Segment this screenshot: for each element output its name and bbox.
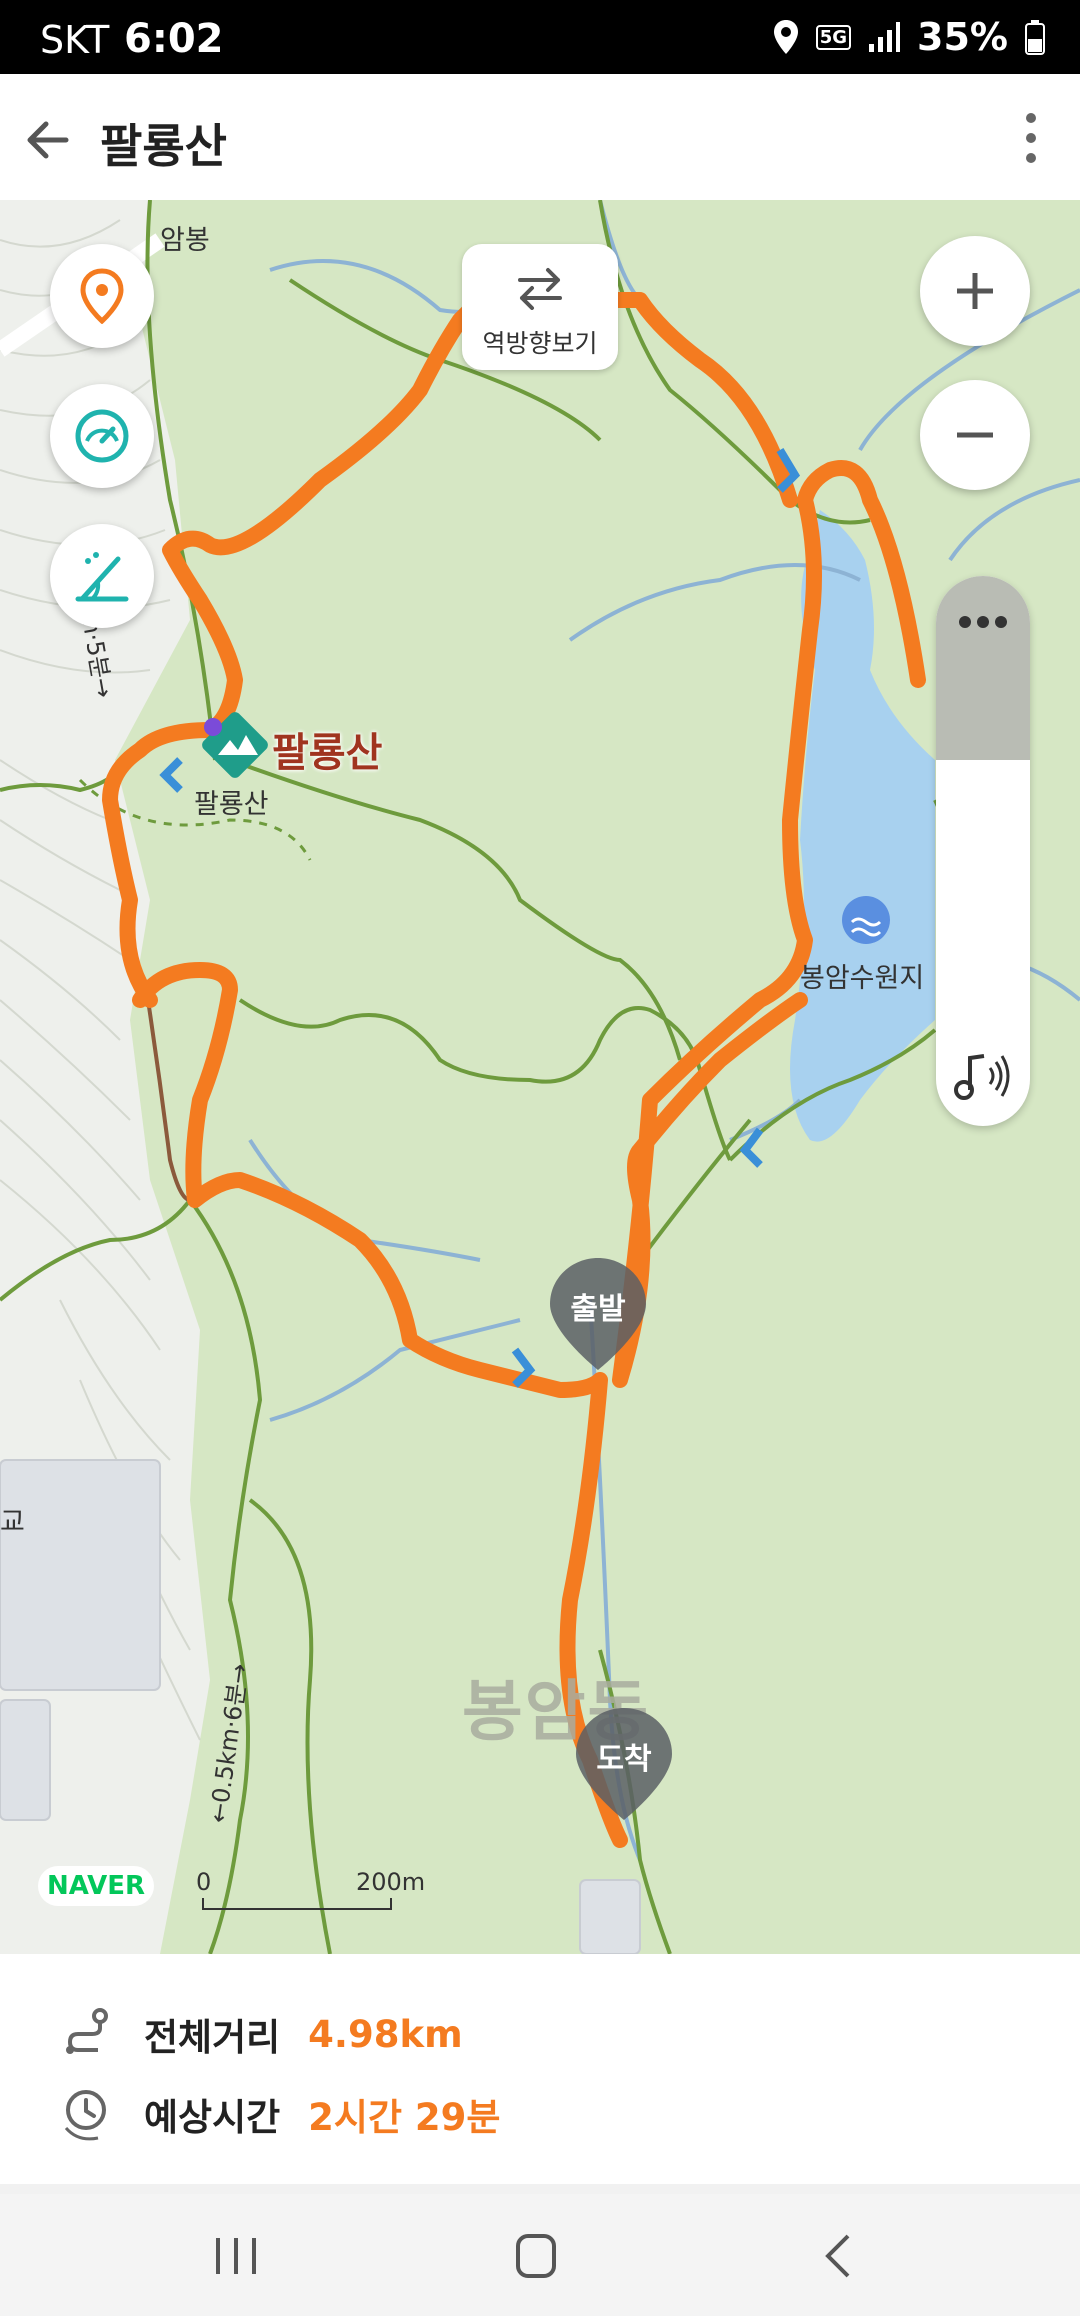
scale-zero: 0	[196, 1868, 212, 1896]
carrier-label: SKT	[40, 18, 110, 62]
swap-arrows-icon	[518, 268, 562, 310]
route-summary: 전체거리 4.98km 예상시간 2시간 29분	[0, 1954, 1080, 2184]
reverse-direction-button[interactable]: 역방향보기	[462, 244, 618, 370]
distance-row: 전체거리 4.98km	[58, 2004, 463, 2064]
speedometer-button[interactable]	[50, 384, 154, 488]
end-label: 도착	[596, 1742, 652, 1777]
minus-icon	[957, 432, 993, 438]
zoom-in-button[interactable]	[920, 236, 1030, 346]
distance-label: 전체거리	[144, 2016, 281, 2059]
back-arrow-icon[interactable]	[18, 110, 78, 170]
more-tools-button[interactable]	[936, 576, 1030, 760]
divider	[0, 2184, 1080, 2194]
location-button[interactable]	[50, 244, 154, 348]
battery-icon	[1025, 20, 1045, 55]
zoom-out-button[interactable]	[920, 380, 1030, 490]
time-value: 2시간 29분	[308, 2096, 501, 2139]
scale-bar	[202, 1898, 392, 1910]
status-icons: 5G 35%	[772, 14, 1046, 60]
end-marker[interactable]: 도착	[572, 1704, 676, 1824]
home-icon[interactable]	[496, 2226, 576, 2286]
elevation-button[interactable]	[50, 524, 154, 628]
recent-apps-icon[interactable]	[196, 2226, 276, 2286]
route-direction-markers	[159, 447, 801, 1388]
map-scale: 0 200m	[196, 1868, 436, 1912]
distance-value: 4.98km	[308, 2012, 463, 2056]
summit-small-label: 팔룡산	[194, 789, 269, 820]
plus-icon	[957, 273, 993, 309]
clock: 6:02	[124, 16, 224, 62]
page-title: 팔룡산	[100, 119, 227, 173]
naver-logo: NAVER	[38, 1866, 154, 1906]
sound-guide-icon[interactable]	[952, 1050, 1014, 1102]
scale-max: 200m	[356, 1868, 426, 1896]
time-label: 예상시간	[144, 2096, 281, 2139]
map-view[interactable]: 암봉 ←0.4km·5분→ ←0.5km·6분→ 팔룡산 팔룡산 봉암수원지 교…	[0, 200, 1080, 1954]
back-icon[interactable]	[800, 2226, 880, 2286]
reverse-direction-label: 역방향보기	[482, 329, 598, 358]
summit-label: 팔룡산	[272, 730, 383, 776]
route-distance-icon	[66, 2008, 108, 2054]
location-pin-icon	[80, 268, 124, 324]
more-horizontal-icon	[959, 616, 1007, 628]
system-nav-bar	[0, 2194, 1080, 2316]
speedometer-icon	[75, 409, 129, 463]
clock-icon	[64, 2090, 106, 2141]
school-label: 교	[0, 1507, 25, 1538]
time-row: 예상시간 2시간 29분	[58, 2084, 500, 2144]
status-bar: SKT 6:02 5G 35%	[0, 0, 1080, 74]
more-options-icon[interactable]	[1006, 106, 1056, 170]
location-icon	[773, 20, 798, 54]
start-marker[interactable]: 출발	[546, 1254, 650, 1374]
start-label: 출발	[570, 1292, 626, 1327]
reservoir-poi-icon	[842, 896, 890, 944]
network-5g-icon: 5G	[815, 24, 852, 50]
reservoir-label: 봉암수원지	[800, 963, 925, 994]
side-control-panel	[936, 576, 1030, 1126]
battery-percent: 35%	[917, 15, 1008, 59]
signal-icon	[869, 22, 901, 52]
elevation-icon	[75, 552, 129, 602]
peak-label: 암봉	[160, 225, 210, 256]
app-bar: 팔룡산	[0, 74, 1080, 201]
